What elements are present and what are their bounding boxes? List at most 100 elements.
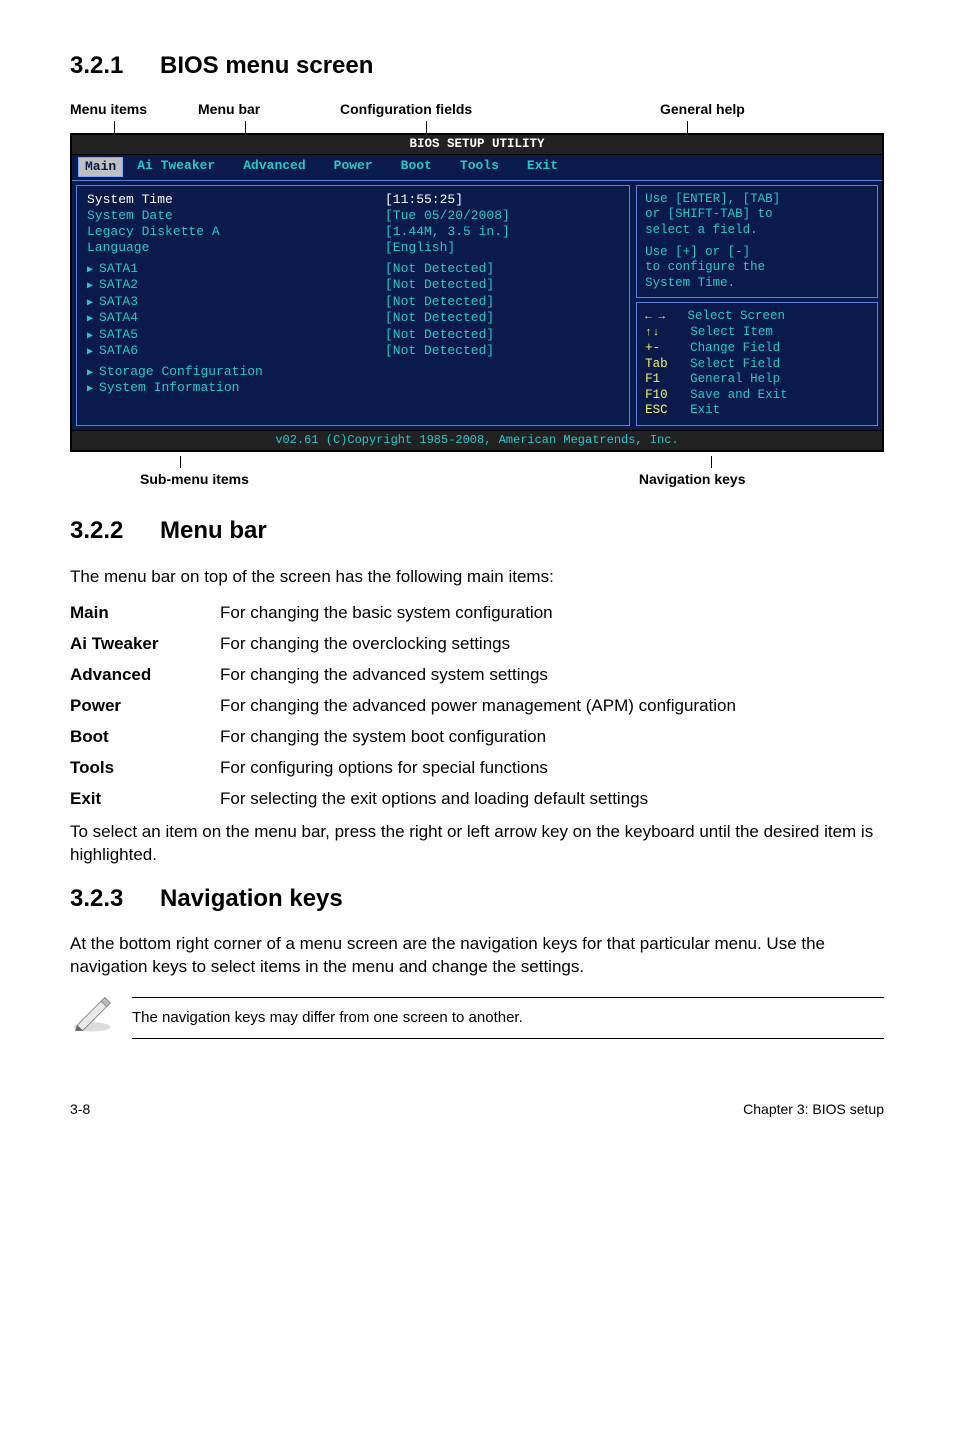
heading-navigation-keys: 3.2.3 Navigation keys xyxy=(70,883,884,915)
heading-number: 3.2.1 xyxy=(70,50,160,82)
def-boot: BootFor changing the system boot configu… xyxy=(70,726,884,749)
bios-nav-box: Select Screen Select Item +- Change Fiel… xyxy=(636,302,878,426)
row-legacy-diskette[interactable]: Legacy Diskette A [1.44M, 3.5 in.] xyxy=(87,224,619,240)
tab-tools[interactable]: Tools xyxy=(446,157,513,177)
bios-left-panel: System Time [11:55:25] System Date [Tue … xyxy=(76,185,630,426)
value-system-date: [Tue 05/20/2008] xyxy=(385,208,619,224)
callout-general-help: General help xyxy=(540,100,884,119)
heading-menu-bar: 3.2.2 Menu bar xyxy=(70,515,884,547)
def-power: PowerFor changing the advanced power man… xyxy=(70,695,884,718)
value-sata1: [Not Detected] xyxy=(385,261,619,278)
tab-boot[interactable]: Boot xyxy=(387,157,446,177)
row-sata6[interactable]: SATA6[Not Detected] xyxy=(87,343,619,360)
help-line: select a field. xyxy=(645,223,869,239)
nav-general-help: F1 General Help xyxy=(645,372,869,388)
label-sata3: SATA3 xyxy=(87,294,385,311)
callout-ticks xyxy=(70,121,884,133)
tab-ai-tweaker[interactable]: Ai Tweaker xyxy=(123,157,229,177)
def-exit: ExitFor selecting the exit options and l… xyxy=(70,788,884,811)
pencil-note-icon xyxy=(70,995,114,1040)
row-sata1[interactable]: SATA1[Not Detected] xyxy=(87,261,619,278)
heading-title: BIOS menu screen xyxy=(160,50,373,82)
row-system-date[interactable]: System Date [Tue 05/20/2008] xyxy=(87,208,619,224)
menu-bar-intro: The menu bar on top of the screen has th… xyxy=(70,566,884,589)
nav-select-item: Select Item xyxy=(645,325,869,341)
row-sata5[interactable]: SATA5[Not Detected] xyxy=(87,327,619,344)
bios-setup-title: BIOS SETUP UTILITY xyxy=(72,135,882,155)
nav-save-exit: F10 Save and Exit xyxy=(645,388,869,404)
callout-labels-row: Menu items Menu bar Configuration fields… xyxy=(70,100,884,119)
help-line: to configure the xyxy=(645,260,869,276)
nav-select-screen: Select Screen xyxy=(645,309,869,325)
label-sata2: SATA2 xyxy=(87,277,385,294)
help-line: Use [+] or [-] xyxy=(645,245,869,261)
bios-right-panel: Use [ENTER], [TAB] or [SHIFT-TAB] to sel… xyxy=(636,185,878,426)
value-sata2: [Not Detected] xyxy=(385,277,619,294)
label-system-information: System Information xyxy=(87,380,385,397)
nav-change-field: +- Change Field xyxy=(645,341,869,357)
callout-ticks-bottom xyxy=(70,456,884,468)
note-text: The navigation keys may differ from one … xyxy=(132,997,884,1039)
label-system-date: System Date xyxy=(87,208,385,224)
row-storage-config[interactable]: Storage Configuration xyxy=(87,364,619,381)
callout-menu-bar: Menu bar xyxy=(160,100,290,119)
label-storage-config: Storage Configuration xyxy=(87,364,385,381)
def-main: MainFor changing the basic system config… xyxy=(70,602,884,625)
tab-exit[interactable]: Exit xyxy=(513,157,572,177)
help-line: Use [ENTER], [TAB] xyxy=(645,192,869,208)
bios-help-box: Use [ENTER], [TAB] or [SHIFT-TAB] to sel… xyxy=(636,185,878,299)
row-sata3[interactable]: SATA3[Not Detected] xyxy=(87,294,619,311)
def-advanced: AdvancedFor changing the advanced system… xyxy=(70,664,884,687)
def-ai-tweaker: Ai TweakerFor changing the overclocking … xyxy=(70,633,884,656)
label-sata6: SATA6 xyxy=(87,343,385,360)
value-system-time: [11:55:25] xyxy=(385,192,619,208)
callout-config-fields: Configuration fields xyxy=(290,100,540,119)
row-language[interactable]: Language [English] xyxy=(87,240,619,256)
nav-select-field: Tab Select Field xyxy=(645,357,869,373)
def-tools: ToolsFor configuring options for special… xyxy=(70,757,884,780)
tab-advanced[interactable]: Advanced xyxy=(229,157,319,177)
heading-number: 3.2.2 xyxy=(70,515,160,547)
bios-copyright-footer: v02.61 (C)Copyright 1985-2008, American … xyxy=(72,430,882,450)
chapter-label: Chapter 3: BIOS setup xyxy=(743,1100,884,1119)
callout-labels-bottom: Sub-menu items Navigation keys xyxy=(70,470,884,489)
value-legacy-diskette: [1.44M, 3.5 in.] xyxy=(385,224,619,240)
label-legacy-diskette: Legacy Diskette A xyxy=(87,224,385,240)
value-sata4: [Not Detected] xyxy=(385,310,619,327)
row-sata2[interactable]: SATA2[Not Detected] xyxy=(87,277,619,294)
label-sata4: SATA4 xyxy=(87,310,385,327)
row-system-time[interactable]: System Time [11:55:25] xyxy=(87,192,619,208)
callout-navigation-keys: Navigation keys xyxy=(639,470,746,489)
tab-power[interactable]: Power xyxy=(320,157,387,177)
bios-menu-bar: Main Ai Tweaker Advanced Power Boot Tool… xyxy=(72,155,882,180)
label-sata5: SATA5 xyxy=(87,327,385,344)
heading-title: Menu bar xyxy=(160,515,267,547)
label-sata1: SATA1 xyxy=(87,261,385,278)
arrow-up-down-icon xyxy=(645,325,660,339)
menu-bar-select-instruction: To select an item on the menu bar, press… xyxy=(70,821,884,867)
page-footer: 3-8 Chapter 3: BIOS setup xyxy=(70,1100,884,1119)
value-language: [English] xyxy=(385,240,619,256)
label-system-time: System Time xyxy=(87,192,385,208)
help-line: System Time. xyxy=(645,276,869,292)
value-sata6: [Not Detected] xyxy=(385,343,619,360)
navigation-keys-paragraph: At the bottom right corner of a menu scr… xyxy=(70,933,884,979)
value-sata3: [Not Detected] xyxy=(385,294,619,311)
heading-title: Navigation keys xyxy=(160,883,343,915)
tab-main[interactable]: Main xyxy=(78,157,123,177)
row-system-information[interactable]: System Information xyxy=(87,380,619,397)
heading-number: 3.2.3 xyxy=(70,883,160,915)
callout-submenu-items: Sub-menu items xyxy=(140,470,249,489)
value-sata5: [Not Detected] xyxy=(385,327,619,344)
label-language: Language xyxy=(87,240,385,256)
nav-exit: ESC Exit xyxy=(645,403,869,419)
help-line: or [SHIFT-TAB] to xyxy=(645,207,869,223)
callout-menu-items: Menu items xyxy=(70,100,160,119)
bios-body: System Time [11:55:25] System Date [Tue … xyxy=(72,180,882,430)
heading-bios-menu-screen: 3.2.1 BIOS menu screen xyxy=(70,50,884,82)
note-block: The navigation keys may differ from one … xyxy=(70,995,884,1040)
bios-screenshot: BIOS SETUP UTILITY Main Ai Tweaker Advan… xyxy=(70,133,884,452)
page-number: 3-8 xyxy=(70,1100,90,1119)
row-sata4[interactable]: SATA4[Not Detected] xyxy=(87,310,619,327)
arrow-left-right-icon xyxy=(645,309,665,323)
